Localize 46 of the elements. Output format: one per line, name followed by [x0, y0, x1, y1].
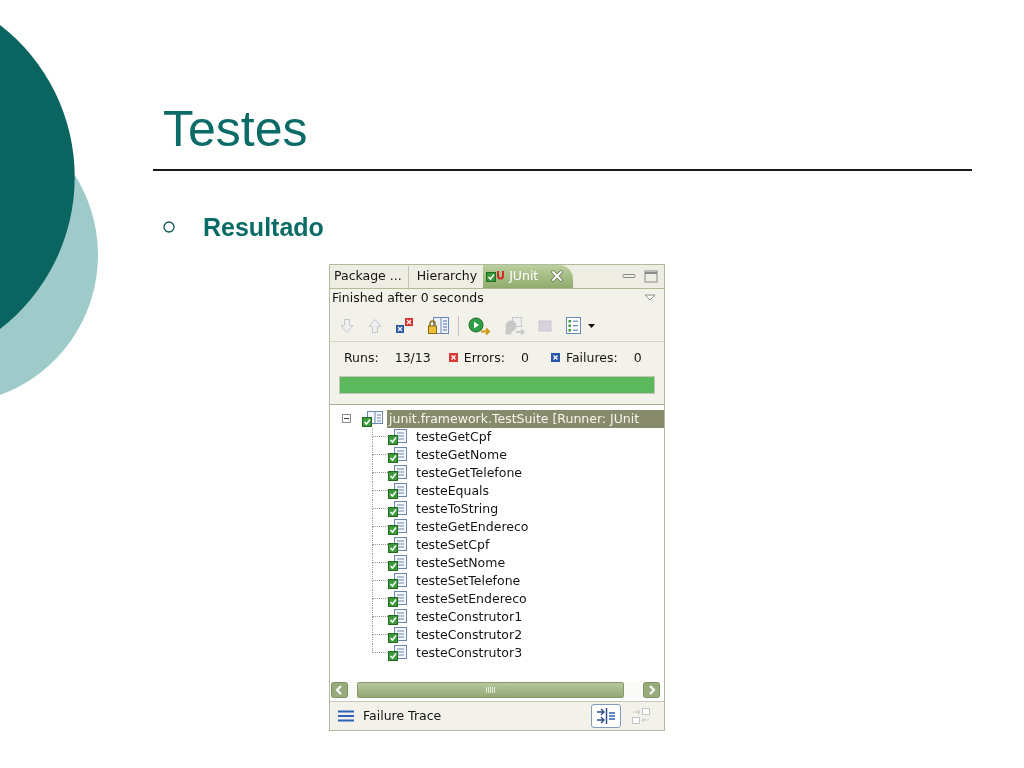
tree-item[interactable]: testeToString [415, 499, 500, 518]
counter-value: 13/13 [394, 349, 431, 366]
rerun-icon[interactable] [468, 317, 492, 335]
pane-title: Failure Trace [363, 707, 442, 724]
counter-label: Errors: [463, 349, 505, 366]
error-icon [448, 353, 458, 362]
dropdown-icon[interactable] [644, 294, 656, 301]
tree-item[interactable]: testeEquals [415, 481, 491, 500]
scroll-left-button[interactable] [331, 681, 348, 698]
tree-item[interactable]: testeGetNome [415, 445, 508, 464]
counter-label: Runs: [344, 349, 379, 366]
counter-value: 0 [633, 349, 642, 366]
tree-item[interactable]: testeConstrutor3 [415, 643, 524, 662]
counter-value: 0 [520, 349, 529, 366]
grip-icon [486, 686, 495, 693]
tree-item[interactable]: testeGetCpf [415, 427, 493, 446]
lines-icon [338, 709, 354, 722]
bullet-text: Resultado [203, 211, 324, 242]
view-tab[interactable]: Hierarchy [414, 265, 482, 288]
tree-item[interactable]: testeSetEndereco [415, 589, 528, 608]
tree-item[interactable]: testeConstrutor2 [415, 625, 524, 644]
arrows-list-icon [596, 706, 616, 725]
scroll-right-button[interactable] [643, 681, 660, 698]
filter-trace-button[interactable] [591, 703, 621, 728]
tree-item[interactable]: testeGetTelefone [415, 463, 523, 482]
status-text: Finished after 0 seconds [332, 289, 484, 306]
tree-item[interactable]: testeSetCpf [415, 535, 491, 554]
minimize-icon[interactable] [622, 272, 636, 280]
list-icon[interactable] [564, 317, 582, 335]
tree-item[interactable]: testeSetNome [415, 553, 507, 572]
failure-icon [550, 353, 560, 362]
error-filter-icon[interactable] [395, 317, 415, 335]
tree-item[interactable]: testeGetEndereco [415, 517, 530, 536]
compare-boxes-icon [631, 706, 651, 725]
bullet-icon [163, 220, 175, 233]
test-status-icon [486, 269, 507, 283]
collapse-toggle-icon[interactable] [342, 414, 351, 423]
tree-item[interactable]: testeSetTelefone [415, 571, 522, 590]
counter-label: Failures: [565, 349, 618, 366]
lock-icon[interactable] [427, 317, 449, 335]
tree-item[interactable]: testeConstrutor1 [415, 607, 524, 626]
view-tab[interactable]: Package ... [332, 265, 409, 288]
close-icon[interactable] [551, 270, 564, 282]
maximize-icon[interactable] [644, 269, 658, 283]
slide-title: Testes [163, 100, 308, 158]
caret-icon[interactable] [588, 324, 595, 328]
